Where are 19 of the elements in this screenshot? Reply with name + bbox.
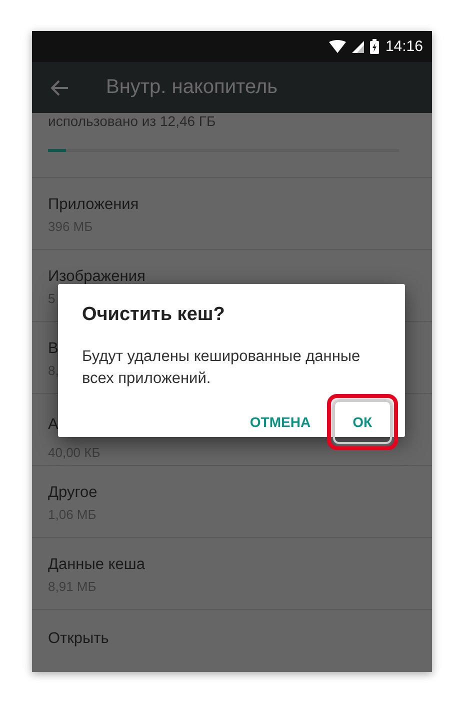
row-title: Другое: [48, 484, 98, 502]
storage-row[interactable]: Открыть: [32, 610, 432, 666]
row-title: А: [48, 416, 58, 434]
battery-icon: [370, 39, 380, 54]
row-title: Открыть: [48, 630, 109, 648]
status-time: 14:16: [385, 38, 423, 55]
row-title: Данные кеша: [48, 556, 145, 574]
storage-summary: использовано из 12,46 ГБ: [48, 113, 216, 129]
signal-icon: [352, 40, 364, 52]
dialog-title: Очистить кеш?: [82, 304, 225, 326]
row-title: В: [48, 340, 58, 358]
row-title: Приложения: [48, 196, 139, 214]
back-icon[interactable]: [51, 80, 69, 96]
wifi-icon: [329, 40, 346, 53]
dialog-message: Будут удалены кешированные данные всех приложений.: [82, 347, 362, 389]
ok-button[interactable]: ОК: [332, 400, 392, 444]
screen-title: Внутр. накопитель: [106, 76, 278, 99]
row-title: Изображения: [48, 268, 146, 286]
cancel-button[interactable]: ОТМЕНА: [242, 404, 319, 440]
